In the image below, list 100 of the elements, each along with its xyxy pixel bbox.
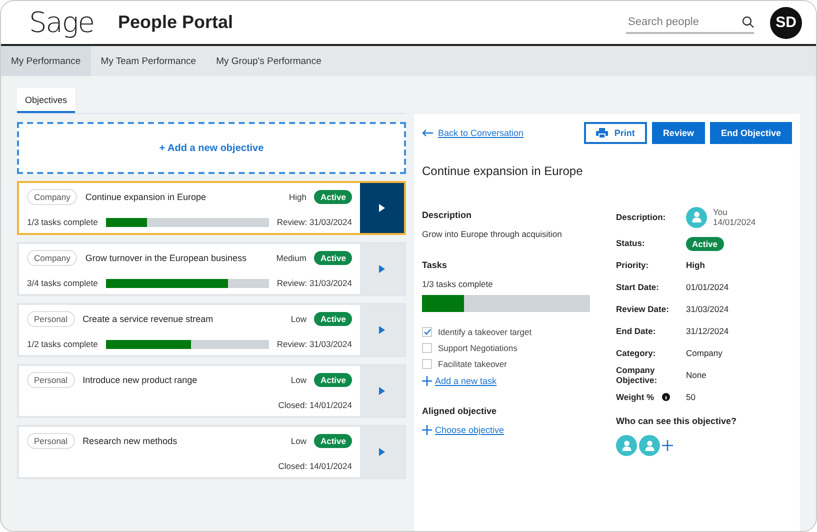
objective-card[interactable]: Personal Introduce new product range Low Active Closed: 14/01/2024 [17,364,406,418]
user-avatar-icon [686,206,707,228]
date-text: Review: 31/03/2024 [276,278,352,288]
field-label: End Date: [616,325,657,338]
play-icon [379,387,385,395]
user-avatar-icon [616,435,637,456]
open-button[interactable] [360,305,404,355]
objective-heading: Continue expansion in Europe [422,164,584,178]
search-icon [742,16,754,28]
section-heading: Aligned objective [422,406,498,416]
status-badge: Active [314,190,352,204]
task-checkbox[interactable] [422,359,432,369]
add-viewer-icon[interactable] [662,440,673,451]
author-name: You [713,207,728,217]
status-badge: Active [686,237,724,251]
objective-title: Continue expansion in Europe [85,192,207,202]
open-button[interactable] [360,366,404,416]
plus-icon [422,376,432,386]
date-text: Closed: 14/01/2024 [278,400,352,410]
task-checkbox[interactable] [422,327,432,337]
app-title: People Portal [118,12,234,33]
priority-text: Low [290,436,306,446]
task-label: Support Negotiations [438,343,518,353]
field-value: High [686,260,706,270]
section-heading: Description [422,210,473,220]
objective-card[interactable]: Company Grow turnover in the European business Medium Active 3/4 tasks complete Review: 31/03/2024 [17,242,406,296]
nav-tab[interactable]: My Performance [1,46,91,76]
task-label: Identify a takeover target [438,327,532,337]
category-tag: Company [27,189,78,205]
user-avatar[interactable]: SD [770,6,802,38]
status-badge: Active [314,434,352,448]
field-label: Start Date: [616,281,660,294]
play-icon [379,326,385,334]
category-tag: Personal [27,372,75,388]
open-button[interactable] [360,427,404,477]
field-label: Status: [616,237,646,250]
status-badge: Active [314,373,352,387]
section-heading: Tasks [422,260,448,270]
priority-text: Low [290,375,306,385]
description-text: Grow into Europe through acquisition [422,229,563,239]
objective-title: Research new methods [82,436,178,446]
field-label: Company Objective: [616,364,658,386]
category-tag: Company [27,250,78,266]
back-link[interactable]: Back to Conversation [438,128,524,138]
date-text: Review: 31/03/2024 [276,339,352,349]
task-checkbox[interactable] [422,343,432,353]
open-button[interactable] [360,244,404,294]
priority-text: Low [290,314,306,324]
field-value: 50 [686,392,696,402]
date-text: Closed: 14/01/2024 [278,461,352,471]
section-heading: Who can see this objective? [616,416,738,426]
field-label: Category: [616,347,657,360]
progress-text: 1/3 tasks complete [422,279,494,289]
date-text: Review: 31/03/2024 [276,217,352,227]
info-icon [662,393,670,401]
priority-text: Medium [276,253,306,263]
search-field[interactable]: Search people [626,14,742,28]
add-objective-button[interactable]: + Add a new objective [17,122,406,174]
nav-tab[interactable]: My Group's Performance [206,46,332,76]
field-value: Company [686,348,724,358]
action-button[interactable]: End Objective [710,122,792,144]
user-avatar-icon [639,435,660,456]
status-badge: Active [314,251,352,265]
field-value: 31/12/2024 [686,326,730,336]
objective-card[interactable]: Personal Research new methods Low Active Closed: 14/01/2024 [17,425,406,479]
play-icon [379,204,385,212]
objective-card[interactable]: Personal Create a service revenue stream Low Active 1/2 tasks complete Review: 31/03/2024 [17,303,406,357]
objective-title: Create a service revenue stream [82,314,214,324]
field-label: Description: [616,211,667,224]
category-tag: Personal [27,311,75,327]
sage-logo: Sage [29,6,94,39]
add-task-link[interactable]: Add a new task [435,376,497,386]
objectives-tab[interactable]: Objectives [17,88,76,113]
nav-tab[interactable]: My Team Performance [90,46,206,76]
back-arrow-icon [422,129,433,137]
field-value: 31/03/2024 [686,304,730,314]
field-label: Weight % [616,386,686,408]
print-icon [596,128,608,138]
field-value: 01/01/2024 [686,282,730,292]
status-badge: Active [314,312,352,326]
progress-text: 3/4 tasks complete [27,278,98,288]
field-value: None [686,370,708,380]
category-tag: Personal [27,433,75,449]
action-button[interactable]: Print [584,122,647,144]
field-label: Review Date: [616,303,670,316]
choose-objective-link[interactable]: Choose objective [435,425,504,435]
open-button[interactable] [360,183,404,233]
play-icon [379,265,385,273]
objective-title: Grow turnover in the European business [85,253,248,263]
progress-text: 1/3 tasks complete [27,217,98,227]
priority-text: High [289,192,306,202]
field-value: 14/01/2024 [713,217,756,227]
objective-title: Introduce new product range [82,375,198,385]
field-label: Priority: [616,259,650,272]
action-button[interactable]: Review [652,122,705,144]
plus-icon [422,425,432,435]
objective-card[interactable]: Company Continue expansion in Europe High Active 1/3 tasks complete Review: 31/03/2024 [17,181,406,235]
play-icon [379,448,385,456]
progress-text: 1/2 tasks complete [27,339,98,349]
task-label: Facilitate takeover [438,359,507,369]
